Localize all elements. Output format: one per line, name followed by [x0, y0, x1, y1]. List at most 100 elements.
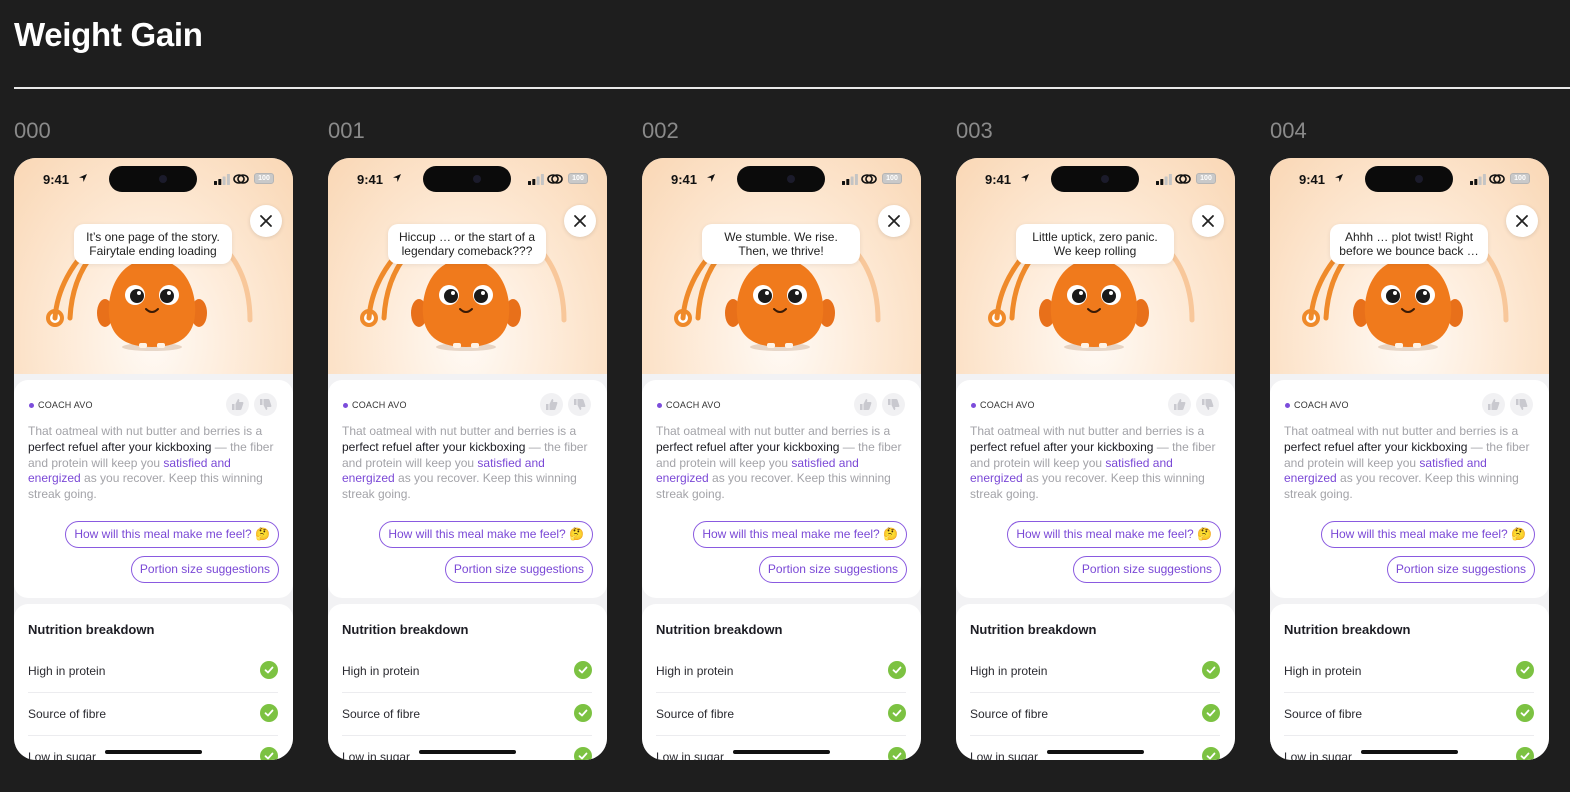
coach-status-dot [343, 403, 348, 408]
thumbs-up-button[interactable] [226, 393, 249, 416]
check-icon [1202, 747, 1220, 760]
nutrition-label: Source of fibre [28, 707, 107, 721]
frame-002: 002 9:41 100 We stumble. We rise. Then, … [642, 118, 921, 760]
mascot-avatar [97, 255, 207, 351]
check-icon [1202, 704, 1220, 722]
close-button[interactable] [878, 205, 910, 237]
nutrition-label: Low in sugar [28, 750, 97, 760]
portion-size-chip[interactable]: Portion size suggestions [758, 556, 907, 583]
nutrition-row: Low in sugar [342, 736, 592, 760]
thumbs-down-button[interactable] [1196, 393, 1219, 416]
bubble-line-2: before we bounce back … [1339, 243, 1479, 258]
signal-icon [214, 174, 230, 185]
check-icon [1516, 704, 1534, 722]
thumbs-down-button[interactable] [1510, 393, 1533, 416]
status-time: 9:41 [985, 172, 1012, 187]
nutrition-card: Nutrition breakdown High in protein Sour… [328, 604, 607, 760]
nutrition-card: Nutrition breakdown High in protein Sour… [956, 604, 1235, 760]
nutrition-title: Nutrition breakdown [970, 622, 1097, 637]
page-title: Weight Gain [14, 16, 203, 53]
close-button[interactable] [250, 205, 282, 237]
meal-feel-chip[interactable]: How will this meal make me feel? 🤔 [1007, 521, 1221, 548]
thumbs-down-button[interactable] [882, 393, 905, 416]
check-icon [888, 704, 906, 722]
thumbs-down-button[interactable] [568, 393, 591, 416]
signal-icon [1470, 174, 1486, 185]
phone-screen: 9:41 100 [328, 158, 607, 760]
bubble-line-2: We keep rolling [1053, 243, 1137, 258]
coach-message-highlight: perfect refuel after your kickboxing [656, 439, 840, 454]
coach-message-text: That oatmeal with nut butter and berries… [1284, 424, 1519, 438]
nutrition-row: Source of fibre [970, 693, 1220, 736]
mascot-avatar [725, 255, 835, 351]
thumbs-up-button[interactable] [540, 393, 563, 416]
mascot-avatar [1353, 255, 1463, 351]
close-button[interactable] [1192, 205, 1224, 237]
location-arrow-icon [1021, 174, 1029, 182]
nutrition-row: High in protein [28, 650, 278, 693]
hero-section: 9:41 100 [642, 158, 921, 374]
phone-screen: 9:41 100 [1270, 158, 1549, 760]
nutrition-label: Source of fibre [656, 707, 735, 721]
nutrition-row: High in protein [970, 650, 1220, 693]
check-icon [888, 661, 906, 679]
bubble-line-1: Hiccup … or the start of a [398, 230, 536, 244]
meal-feel-chip[interactable]: How will this meal make me feel? 🤔 [693, 521, 907, 548]
nutrition-row: High in protein [656, 650, 906, 693]
portion-size-chip[interactable]: Portion size suggestions [130, 556, 279, 583]
meal-feel-chip[interactable]: How will this meal make me feel? 🤔 [379, 521, 593, 548]
thumbs-up-icon [546, 399, 558, 410]
frame-001: 001 9:41 100 Hiccup … or the start of a … [328, 118, 607, 760]
check-icon [1516, 747, 1534, 760]
coach-status-dot [971, 403, 976, 408]
speech-bubble: Ahhh … plot twist! Right before we bounc… [1330, 224, 1488, 264]
nutrition-row: Low in sugar [656, 736, 906, 760]
coach-message-highlight: perfect refuel after your kickboxing [970, 439, 1154, 454]
thumbs-up-icon [232, 399, 244, 410]
check-icon [1516, 661, 1534, 679]
close-icon [574, 215, 586, 227]
nutrition-label: Source of fibre [970, 707, 1049, 721]
thumbs-down-button[interactable] [254, 393, 277, 416]
speech-bubble: It’s one page of the story. Fairytale en… [74, 224, 232, 264]
link-icon [233, 174, 249, 184]
thumbs-up-button[interactable] [1482, 393, 1505, 416]
nutrition-row: Source of fibre [1284, 693, 1534, 736]
meal-feel-chip[interactable]: How will this meal make me feel? 🤔 [1321, 521, 1535, 548]
dynamic-island [1365, 166, 1453, 192]
portion-size-chip[interactable]: Portion size suggestions [1386, 556, 1535, 583]
check-icon [260, 704, 278, 722]
nutrition-title: Nutrition breakdown [28, 622, 155, 637]
nutrition-row: Low in sugar [1284, 736, 1534, 760]
check-icon [574, 661, 592, 679]
close-icon [1202, 215, 1214, 227]
thumbs-down-icon [260, 399, 272, 410]
hero-section: 9:41 100 [328, 158, 607, 374]
nutrition-label: Low in sugar [1284, 750, 1353, 760]
bubble-line-1: Ahhh … plot twist! Right [1344, 230, 1474, 244]
close-icon [1516, 215, 1528, 227]
portion-size-chip[interactable]: Portion size suggestions [444, 556, 593, 583]
meal-feel-chip[interactable]: How will this meal make me feel? 🤔 [65, 521, 279, 548]
link-icon [1489, 174, 1505, 184]
location-arrow-icon [393, 174, 401, 182]
coach-card: COACH AVO That oatmeal with nut butter a… [328, 380, 607, 598]
close-button[interactable] [564, 205, 596, 237]
thumbs-up-button[interactable] [854, 393, 877, 416]
coach-status-dot [1285, 403, 1290, 408]
nutrition-label: High in protein [342, 664, 420, 678]
dynamic-island [737, 166, 825, 192]
title-divider [14, 87, 1570, 89]
signal-icon [842, 174, 858, 185]
phone-screen: 9:41 100 [14, 158, 293, 760]
close-button[interactable] [1506, 205, 1538, 237]
frame-label: 004 [1270, 118, 1307, 143]
nutrition-title: Nutrition breakdown [656, 622, 783, 637]
speech-bubble: Little uptick, zero panic. We keep rolli… [1016, 224, 1174, 264]
phone-screen: 9:41 100 [956, 158, 1235, 760]
thumbs-up-button[interactable] [1168, 393, 1191, 416]
portion-size-chip[interactable]: Portion size suggestions [1072, 556, 1221, 583]
bubble-line-1: We stumble. We rise. [724, 230, 838, 244]
nutrition-label: Source of fibre [1284, 707, 1363, 721]
dynamic-island [109, 166, 197, 192]
